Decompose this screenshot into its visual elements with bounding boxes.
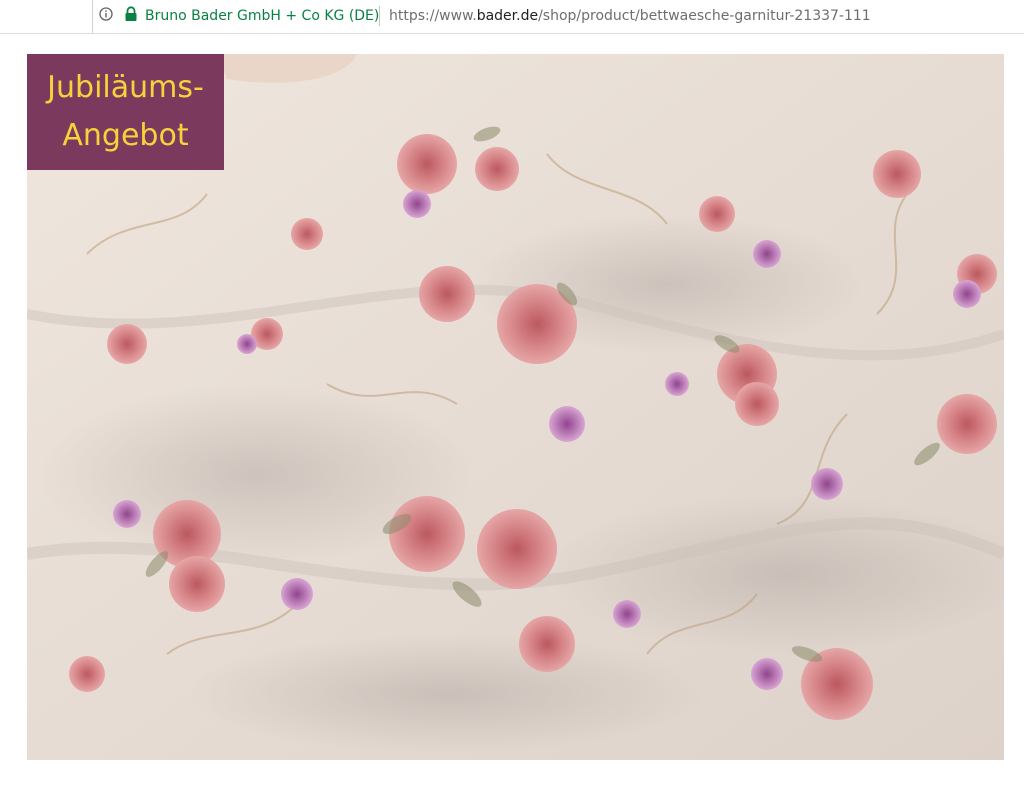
- promo-badge-line1: Jubiläums-: [47, 70, 204, 105]
- info-icon[interactable]: [99, 7, 113, 21]
- url-host: bader.de: [476, 8, 539, 24]
- url-text[interactable]: https://www.bader.de/shop/product/bettwa…: [389, 7, 871, 25]
- browser-address-bar: Bruno Bader GmbH + Co KG (DE) https://ww…: [0, 0, 1024, 34]
- promo-badge-line2: Angebot: [62, 118, 189, 153]
- url-prefix: https://www.: [389, 8, 477, 24]
- url-path: /shop/product/bettwaesche-garnitur-21337…: [538, 8, 871, 24]
- omnibox-separator: [379, 6, 380, 26]
- site-identity-label[interactable]: Bruno Bader GmbH + Co KG (DE): [145, 7, 379, 25]
- lock-icon[interactable]: [124, 6, 138, 22]
- promo-badge: Jubiläums- Angebot: [27, 54, 224, 170]
